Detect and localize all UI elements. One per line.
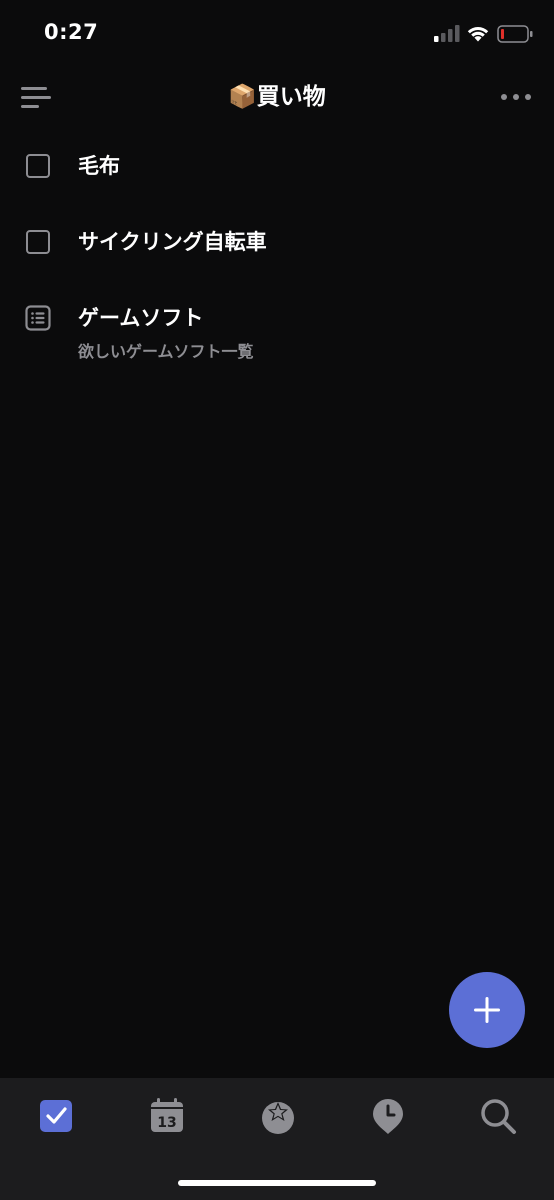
clock-pin-icon[interactable] [368,1096,408,1136]
task-row[interactable]: ゲームソフト 欲しいゲームソフト一覧 [0,292,554,392]
task-title: サイクリング自転車 [78,230,267,254]
add-task-button[interactable] [449,972,525,1048]
plus-icon [474,997,500,1023]
status-bar: 0:27 [0,0,554,66]
wifi-icon [467,26,489,42]
ellipsis-icon[interactable] [500,90,532,104]
battery-icon [497,25,533,43]
task-note: 欲しいゲームソフト一覧 [78,342,254,361]
note-list-icon[interactable] [25,305,51,331]
calendar-icon[interactable]: 13 [147,1096,187,1136]
calendar-day-label: 13 [157,1115,176,1131]
status-time: 0:27 [44,20,99,44]
task-list: 毛布 サイクリング自転車 ゲームソフト 欲しいゲームソフト一覧 [0,140,554,392]
header: 📦買い物 [0,70,554,126]
home-indicator[interactable] [178,1180,376,1186]
search-icon[interactable] [478,1096,518,1136]
task-checkbox[interactable] [26,230,50,254]
task-title: ゲームソフト [78,306,204,330]
cellular-signal-icon [434,25,460,42]
app-screen: 0:27 📦買い物 毛布 サイクリング自転車 ゲームソフト 欲しいゲームソフト一… [0,0,554,1200]
task-title: 毛布 [78,154,120,178]
task-row[interactable]: サイクリング自転車 [0,216,554,292]
task-row[interactable]: 毛布 [0,140,554,216]
page-title: 📦買い物 [228,84,326,110]
task-checkbox[interactable] [26,154,50,178]
checkbox-check-icon[interactable] [37,1096,77,1136]
star-badge-icon[interactable] [258,1096,298,1136]
